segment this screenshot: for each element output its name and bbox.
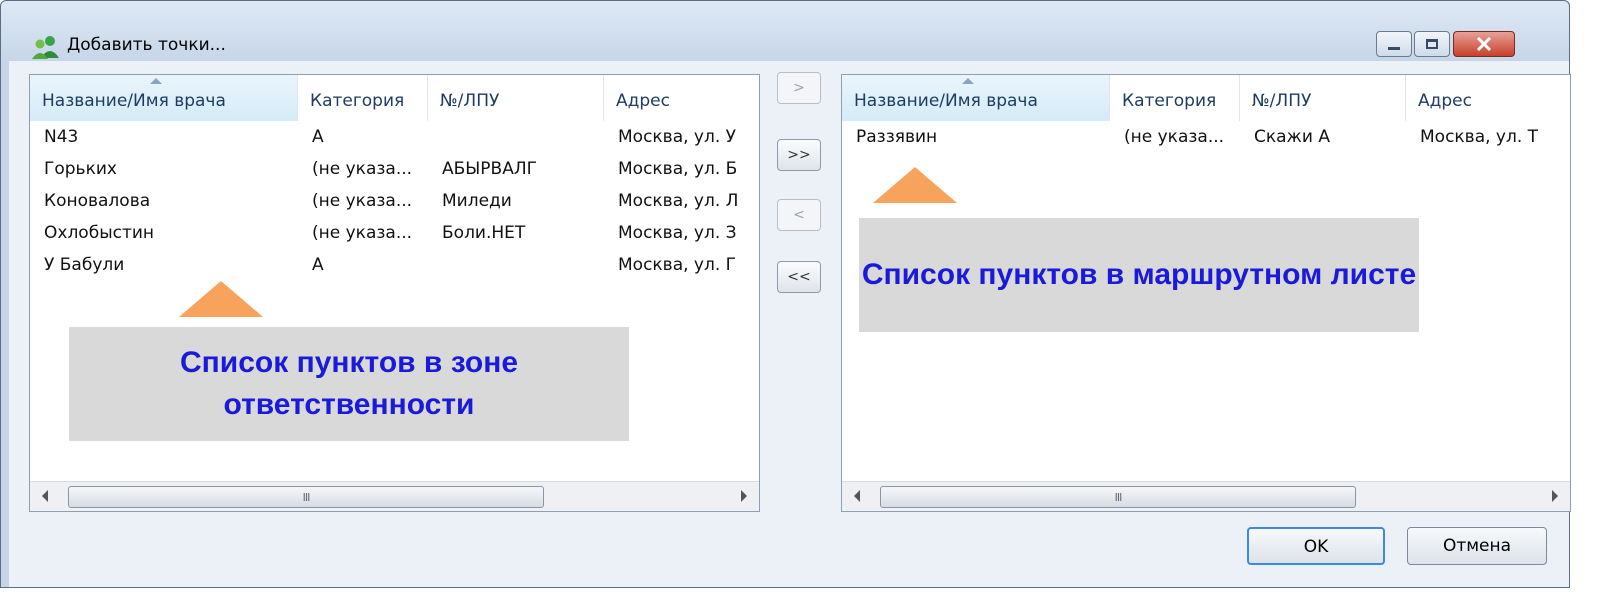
maximize-icon xyxy=(1426,39,1438,49)
callout-arrow xyxy=(873,167,957,203)
scrollbar-grip: III xyxy=(302,490,311,504)
column-header-category[interactable]: Категория xyxy=(298,75,428,121)
maximize-button[interactable] xyxy=(1414,31,1450,57)
close-button[interactable] xyxy=(1453,31,1515,57)
column-header-category[interactable]: Категория xyxy=(1110,75,1240,121)
minimize-button[interactable] xyxy=(1376,31,1412,57)
dialog-window: Добавить точки... Название/Имя врача Кат… xyxy=(0,0,1571,588)
list-item[interactable]: Коновалова (не указа... Миледи Москва, у… xyxy=(30,191,759,223)
scrollbar-grip: III xyxy=(1114,490,1123,504)
sort-ascending-icon xyxy=(150,78,162,84)
add-all-button[interactable]: >> xyxy=(777,139,821,171)
dialog-client: Название/Имя врача Категория №/ЛПУ Адрес… xyxy=(9,61,1571,587)
list-header: Название/Имя врача Категория №/ЛПУ Адрес xyxy=(30,75,759,121)
cancel-button[interactable]: Отмена xyxy=(1407,527,1547,565)
minimize-icon xyxy=(1388,46,1400,50)
callout-arrow xyxy=(179,281,263,317)
scroll-right-icon[interactable] xyxy=(1552,490,1558,502)
scroll-right-icon[interactable] xyxy=(741,490,747,502)
list-item[interactable]: У Бабули A Москва, ул. Г xyxy=(30,255,759,287)
ok-button[interactable]: OK xyxy=(1247,527,1385,565)
column-header-lpu[interactable]: №/ЛПУ xyxy=(1240,75,1406,121)
list-header: Название/Имя врача Категория №/ЛПУ Адрес xyxy=(842,75,1570,121)
sort-ascending-icon xyxy=(962,78,974,84)
close-icon xyxy=(1476,37,1492,51)
scrollbar-thumb[interactable]: III xyxy=(68,486,544,508)
add-one-button[interactable]: > xyxy=(777,72,821,104)
list-item[interactable]: Раззявин (не указа... Скажи А Москва, ул… xyxy=(842,127,1570,159)
remove-all-button[interactable]: << xyxy=(777,261,821,293)
horizontal-scrollbar[interactable]: III xyxy=(30,481,759,511)
column-header-lpu[interactable]: №/ЛПУ xyxy=(428,75,604,121)
column-header-address[interactable]: Адрес xyxy=(1406,75,1570,121)
available-points-list[interactable]: Название/Имя врача Категория №/ЛПУ Адрес… xyxy=(29,74,760,512)
window-title: Добавить точки... xyxy=(67,35,226,55)
scroll-left-icon[interactable] xyxy=(854,490,860,502)
scroll-left-icon[interactable] xyxy=(42,490,48,502)
list-item[interactable]: N43 A Москва, ул. У xyxy=(30,127,759,159)
callout-right: Список пунктов в маршрутном листе xyxy=(859,218,1419,332)
horizontal-scrollbar[interactable]: III xyxy=(842,481,1570,511)
users-icon xyxy=(32,36,59,59)
column-header-name[interactable]: Название/Имя врача xyxy=(842,75,1110,121)
remove-one-button[interactable]: < xyxy=(777,199,821,231)
column-header-address[interactable]: Адрес xyxy=(604,75,759,121)
list-item[interactable]: Охлобыстин (не указа... Боли.НЕТ Москва,… xyxy=(30,223,759,255)
callout-left: Список пунктов в зоне ответственности xyxy=(69,327,629,441)
title-bar[interactable]: Добавить точки... xyxy=(1,1,1569,61)
list-item[interactable]: Горьких (не указа... АБЫРВАЛГ Москва, ул… xyxy=(30,159,759,191)
scrollbar-thumb[interactable]: III xyxy=(880,486,1356,508)
column-header-name[interactable]: Название/Имя врача xyxy=(30,75,298,121)
